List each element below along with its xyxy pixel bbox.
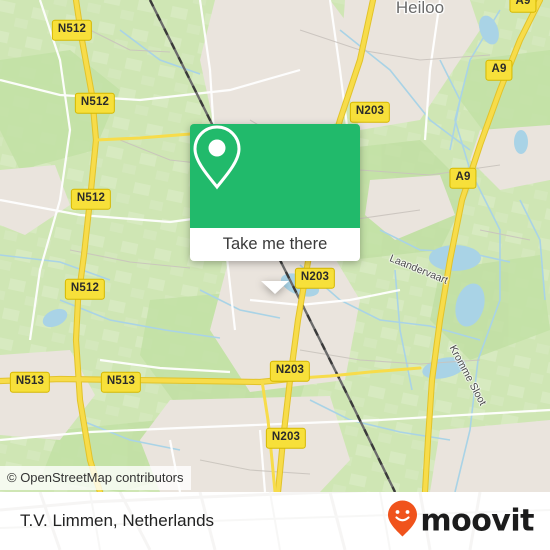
bottom-info-bar: T.V. Limmen, Netherlands moovit — [0, 492, 550, 550]
road-shield[interactable]: N513 — [9, 371, 51, 393]
road-shield[interactable]: A9 — [449, 167, 477, 189]
road-shield[interactable]: A9 — [485, 59, 513, 81]
road-shield[interactable]: N512 — [74, 92, 116, 114]
map-canvas[interactable]: N512 N512 N512 N512 N513 N513 N203 N203 … — [0, 0, 550, 492]
moovit-wordmark: moovit — [420, 503, 534, 539]
popup-action-area[interactable]: Take me there — [190, 228, 360, 261]
road-shield[interactable]: N203 — [294, 267, 336, 289]
road-shield[interactable]: N513 — [100, 371, 142, 393]
destination-popup-card[interactable]: Take me there — [190, 124, 360, 294]
osm-attribution[interactable]: © OpenStreetMap contributors — [0, 466, 191, 490]
popup-tail-arrow — [261, 281, 289, 294]
moovit-brand[interactable]: moovit — [387, 500, 534, 543]
road-shield[interactable]: N512 — [51, 19, 93, 41]
road-shield[interactable]: A9 — [509, 0, 537, 13]
moovit-map-screen: N512 N512 N512 N512 N513 N513 N203 N203 … — [0, 0, 550, 550]
road-shield[interactable]: N203 — [265, 427, 307, 449]
moovit-smiley-pin-icon — [387, 500, 418, 543]
place-label-heiloo: Heiloo — [395, 0, 445, 17]
road-shield[interactable]: N512 — [64, 278, 106, 300]
road-shield[interactable]: N203 — [349, 101, 391, 123]
popup-pin-area — [190, 124, 360, 228]
road-shield[interactable]: N203 — [269, 360, 311, 382]
place-title: T.V. Limmen, Netherlands — [20, 511, 215, 530]
road-shield[interactable]: N512 — [70, 188, 112, 210]
take-me-there-label: Take me there — [222, 235, 328, 253]
